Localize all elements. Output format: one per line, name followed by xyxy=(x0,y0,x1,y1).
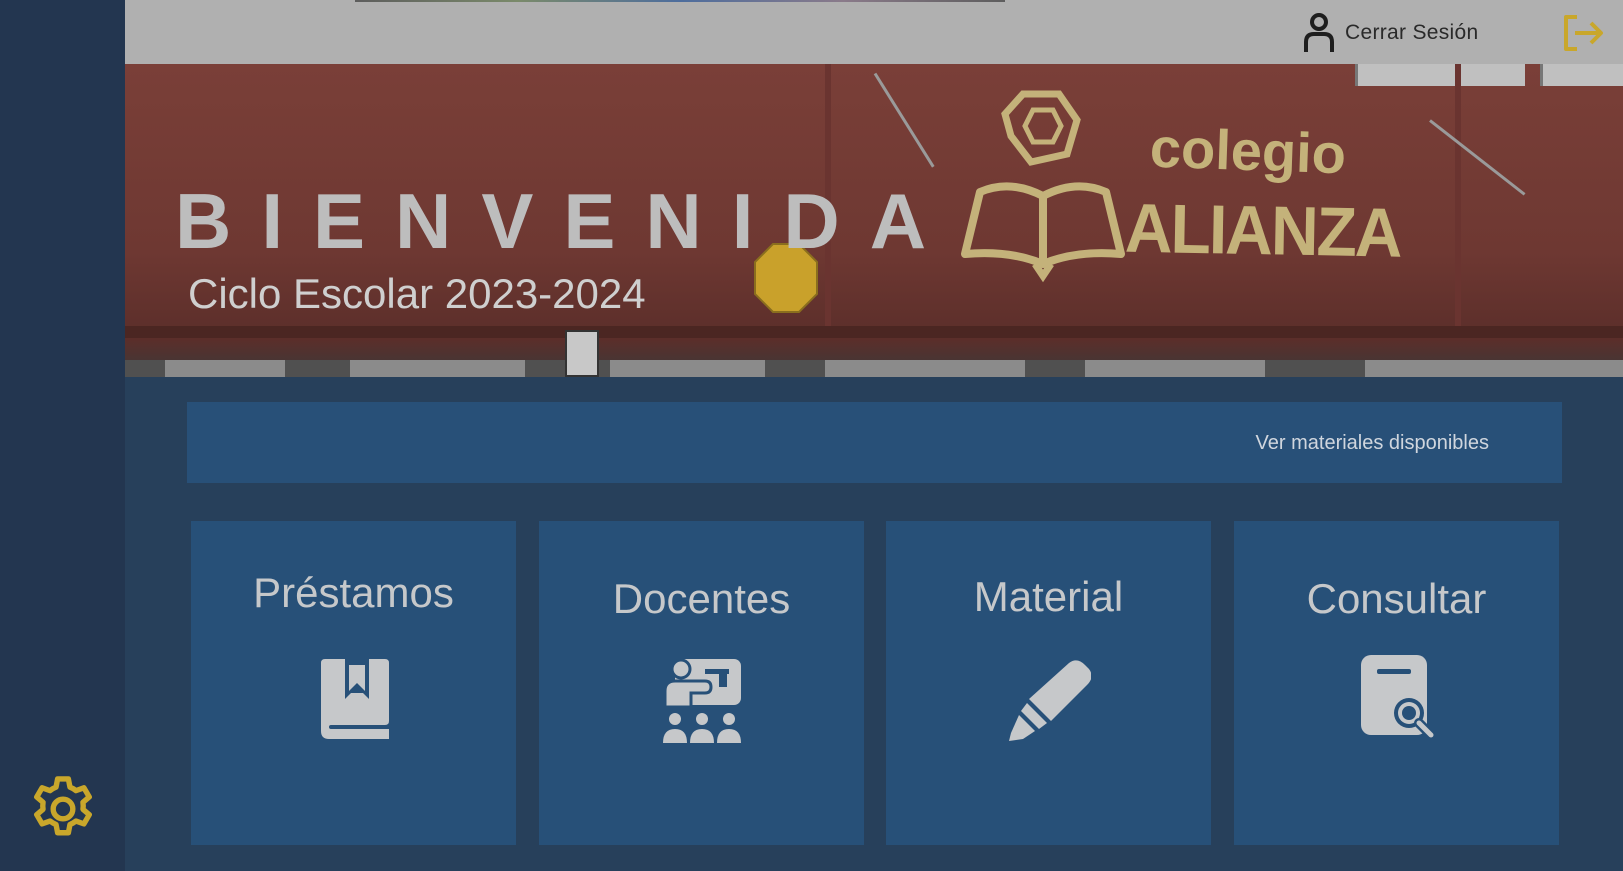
building-rod xyxy=(1429,119,1526,196)
building-window xyxy=(825,360,1025,377)
materials-banner: Ver materiales disponibles xyxy=(187,402,1562,483)
building-window xyxy=(1085,360,1265,377)
card-consultar[interactable]: Consultar xyxy=(1234,521,1559,845)
building-window xyxy=(165,360,285,377)
card-title: Material xyxy=(973,573,1124,620)
card-title: Préstamos xyxy=(253,569,454,616)
header-image-strip xyxy=(355,0,1005,2)
school-name-line1: colegio xyxy=(1148,115,1348,186)
card-title: Docentes xyxy=(612,575,791,622)
building-window xyxy=(1540,64,1623,86)
building-rod xyxy=(873,72,935,168)
building-window xyxy=(1455,64,1525,86)
gear-icon xyxy=(34,776,92,836)
hero-subtitle: Ciclo Escolar 2023-2024 xyxy=(188,270,646,317)
card-title: Consultar xyxy=(1306,575,1487,622)
teacher-class-icon xyxy=(662,659,741,743)
highlighter-icon xyxy=(1008,660,1091,741)
logout-label: Cerrar Sesión xyxy=(1345,21,1479,44)
exit-button[interactable] xyxy=(1560,12,1606,54)
document-search-icon xyxy=(1360,655,1435,739)
top-bar: Cerrar Sesión xyxy=(125,0,1623,64)
hero-title: BIENVENIDA xyxy=(175,177,957,265)
school-name-line2: ALIANZA xyxy=(1124,188,1402,272)
view-materials-link[interactable]: Ver materiales disponibles xyxy=(1256,432,1489,455)
card-docentes[interactable]: Docentes xyxy=(539,521,864,845)
traffic-sign xyxy=(565,330,599,377)
hero-banner: colegio ALIANZA BIENVENIDA Ciclo Escolar… xyxy=(125,64,1623,377)
building-window xyxy=(350,360,525,377)
exit-icon xyxy=(1564,15,1603,51)
sidebar xyxy=(0,0,125,871)
card-material[interactable]: Material xyxy=(886,521,1211,845)
school-logo xyxy=(961,90,1125,283)
user-icon xyxy=(1304,13,1334,52)
card-prestamos[interactable]: Préstamos xyxy=(191,521,516,845)
building-pillar xyxy=(1455,64,1461,334)
settings-button[interactable] xyxy=(24,767,102,851)
logout-link[interactable]: Cerrar Sesión xyxy=(1303,12,1478,54)
book-icon xyxy=(320,659,389,739)
building-ledge xyxy=(125,326,1623,338)
building-window xyxy=(610,360,765,377)
building-window xyxy=(1365,360,1623,377)
